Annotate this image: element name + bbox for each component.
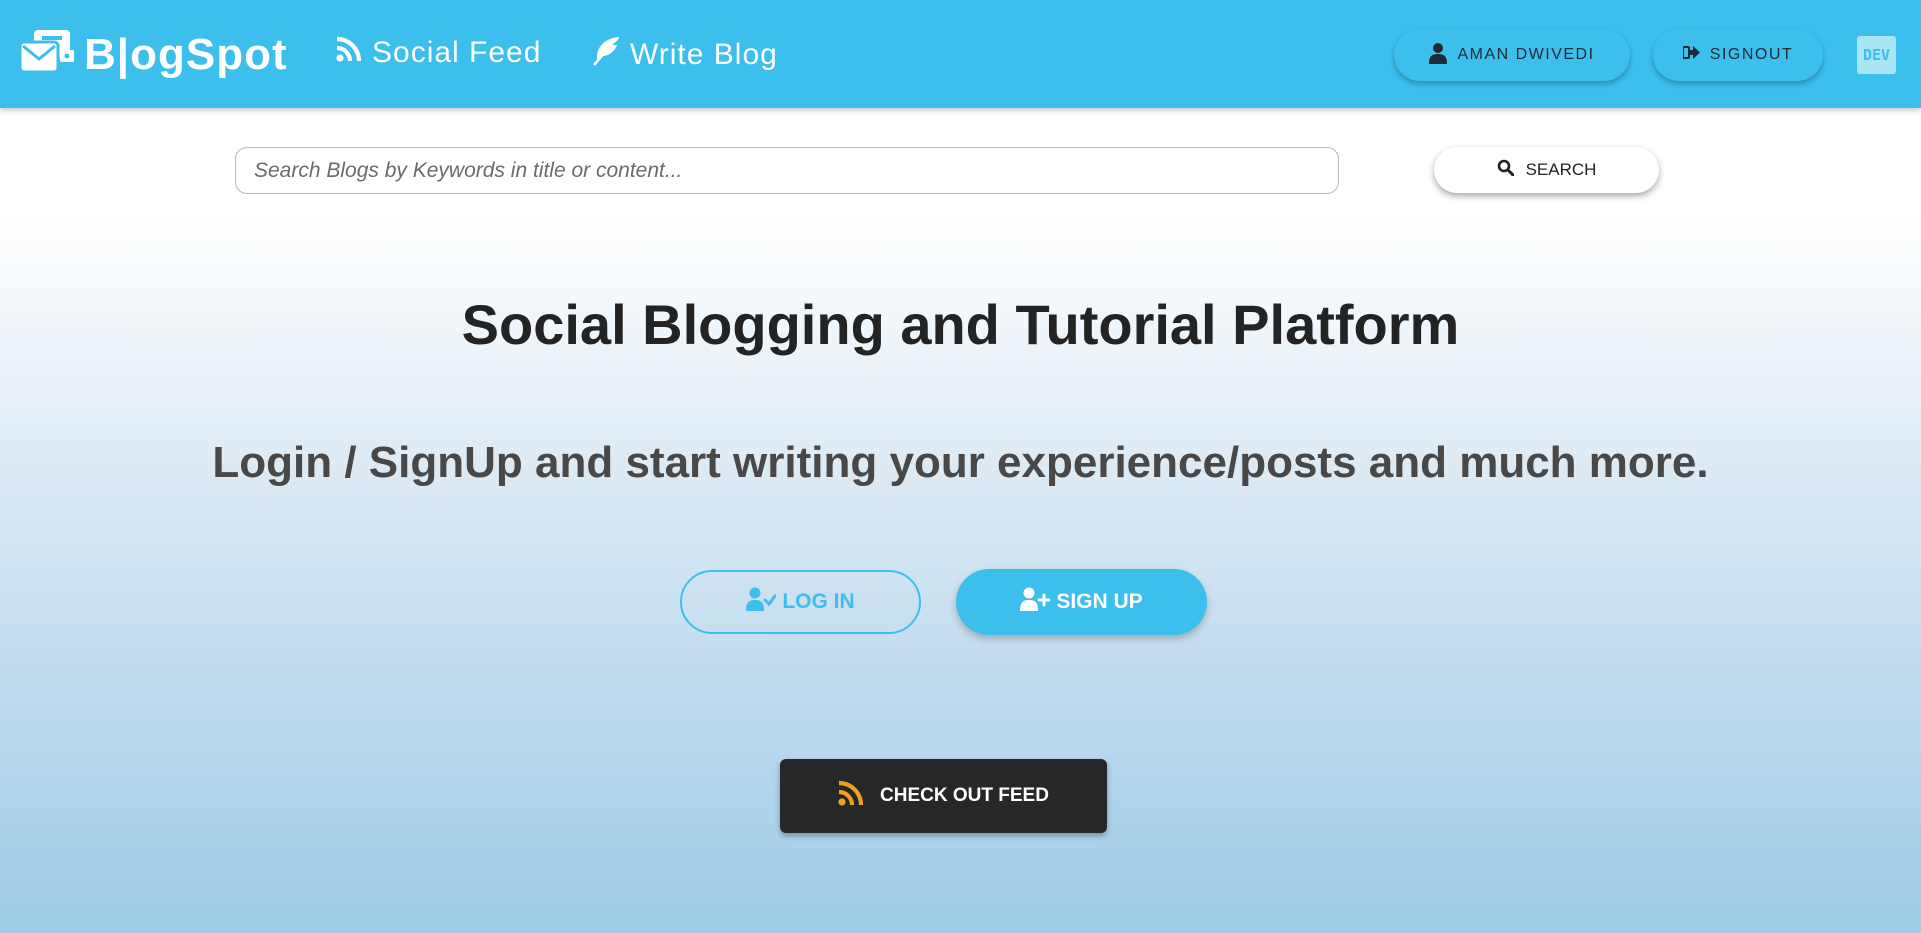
user-icon	[1429, 42, 1457, 69]
nav-link-write-blog[interactable]: Write Blog	[592, 36, 778, 74]
blog-logo-icon	[18, 29, 74, 81]
rss-icon	[838, 780, 880, 812]
search-icon	[1497, 159, 1526, 181]
brand-name: B|ogSpot	[84, 30, 288, 79]
feather-icon	[592, 36, 630, 74]
signout-label: SIGNOUT	[1709, 46, 1794, 63]
user-check-icon	[746, 587, 782, 617]
top-navbar: B|ogSpot Social Feed Write Blog AMAN DWI…	[0, 0, 1921, 108]
search-button[interactable]: SEARCH	[1434, 147, 1659, 193]
hero-subtitle: Login / SignUp and start writing your ex…	[212, 438, 1709, 487]
hero-title: Social Blogging and Tutorial Platform	[461, 293, 1460, 356]
signup-label: SIGN UP	[1056, 590, 1143, 613]
search-button-label: SEARCH	[1525, 160, 1597, 179]
rss-icon	[336, 36, 372, 70]
user-plus-icon	[1020, 587, 1056, 617]
brand-logo-link[interactable]: B|ogSpot	[18, 28, 288, 82]
login-label: LOG IN	[782, 590, 855, 613]
sign-out-icon	[1681, 45, 1710, 65]
check-out-feed-button[interactable]: CHECK OUT FEED	[780, 759, 1107, 833]
nav-link-label: Write Blog	[630, 38, 778, 71]
nav-link-label: Social Feed	[372, 36, 542, 69]
feed-button-label: CHECK OUT FEED	[880, 785, 1049, 806]
user-profile-button[interactable]: AMAN DWIVEDI	[1394, 29, 1630, 81]
signup-button[interactable]: SIGN UP	[956, 569, 1207, 635]
signout-button[interactable]: SIGNOUT	[1653, 29, 1823, 81]
search-input[interactable]	[235, 147, 1339, 194]
dev-badge[interactable]: DEV	[1857, 36, 1896, 74]
nav-link-social-feed[interactable]: Social Feed	[336, 36, 541, 70]
user-name-label: AMAN DWIVEDI	[1457, 46, 1595, 63]
login-button[interactable]: LOG IN	[680, 570, 921, 634]
